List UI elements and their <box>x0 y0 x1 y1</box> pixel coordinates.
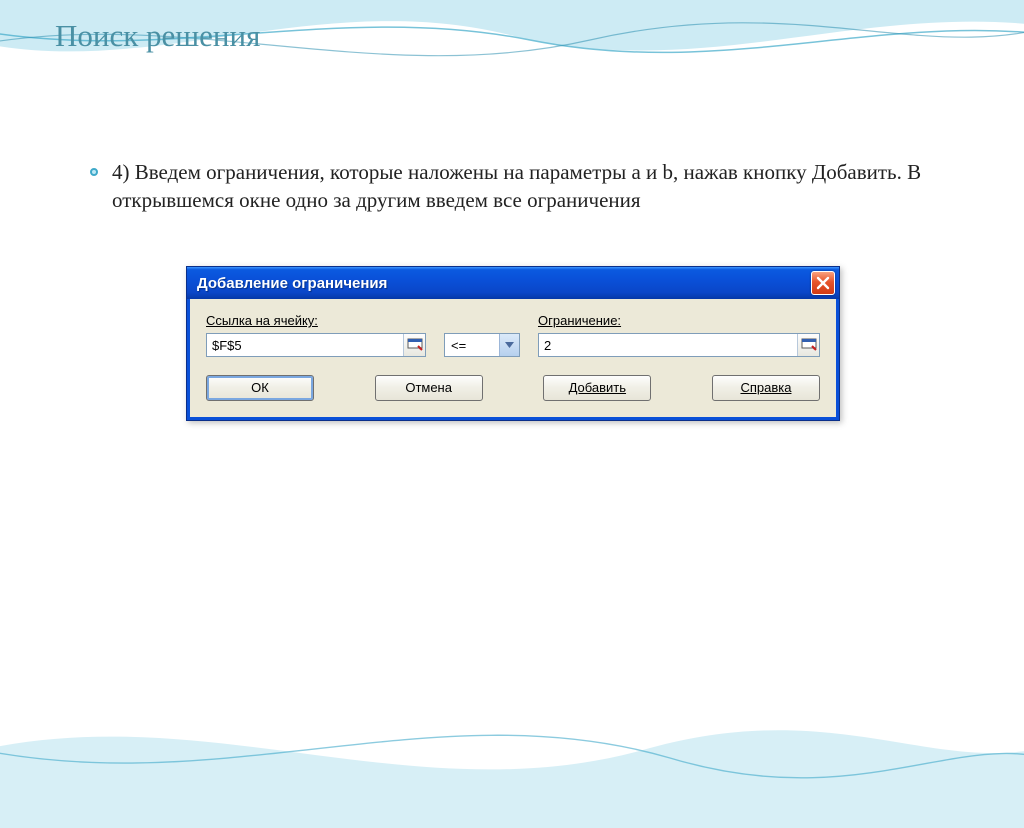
add-constraint-dialog: Добавление ограничения Ссылка на ячейку: <box>186 266 840 421</box>
operator-select[interactable]: <= <box>444 333 520 357</box>
slide-body: 4) Введем ограничения, которые наложены … <box>90 158 944 215</box>
range-picker-icon <box>801 338 817 352</box>
constraint-picker-button[interactable] <box>797 334 819 356</box>
slide-title: Поиск решения <box>55 18 260 54</box>
bullet-text: 4) Введем ограничения, которые наложены … <box>112 158 944 215</box>
cancel-button[interactable]: Отмена <box>375 375 483 401</box>
constraint-input-wrap <box>538 333 820 357</box>
range-picker-icon <box>407 338 423 352</box>
dialog-title: Добавление ограничения <box>197 275 811 292</box>
cell-ref-input[interactable] <box>207 334 403 356</box>
operator-value: <= <box>445 338 499 353</box>
cell-ref-label: Ссылка на ячейку: <box>206 313 426 328</box>
help-button[interactable]: Справка <box>712 375 820 401</box>
add-button[interactable]: Добавить <box>543 375 651 401</box>
dialog-titlebar[interactable]: Добавление ограничения <box>187 267 839 299</box>
constraint-label: Ограничение: <box>538 313 820 328</box>
decorative-wave-bottom <box>0 648 1024 828</box>
cell-ref-input-wrap <box>206 333 426 357</box>
ok-button[interactable]: ОК <box>206 375 314 401</box>
chevron-down-icon <box>505 342 514 348</box>
cell-ref-picker-button[interactable] <box>403 334 425 356</box>
close-icon <box>816 276 830 290</box>
bullet-icon <box>90 168 98 176</box>
constraint-input[interactable] <box>539 334 797 356</box>
dialog-body: Ссылка на ячейку: <= <box>187 299 839 420</box>
dialog-close-button[interactable] <box>811 271 835 295</box>
operator-dropdown-arrow <box>499 334 519 356</box>
